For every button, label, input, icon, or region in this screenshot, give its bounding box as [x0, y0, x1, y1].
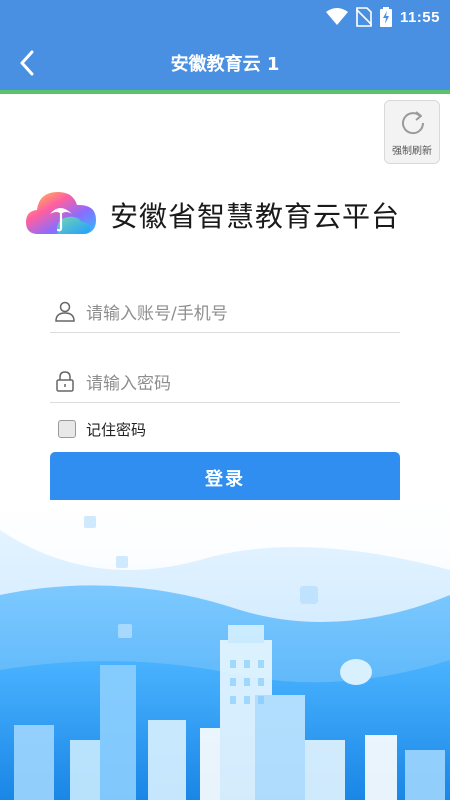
remember-checkbox[interactable] [58, 420, 76, 438]
page-title: 安徽教育云 1 [170, 54, 280, 75]
force-refresh-button[interactable]: 强制刷新 [384, 100, 440, 164]
floating-cube [118, 624, 132, 638]
status-bar: 11:55 [0, 0, 450, 34]
platform-title: 安徽省智慧教育云平台 [110, 200, 401, 233]
remember-password[interactable]: 记住密码 [58, 417, 146, 441]
login-button[interactable]: 登录 [50, 452, 400, 504]
small-cloud [340, 659, 372, 685]
app-bar: 安徽教育云 1 [0, 34, 450, 90]
status-icons: 11:55 [325, 7, 440, 27]
battery-charging-icon [379, 7, 392, 27]
account-placeholder: 请输入账号/手机号 [86, 304, 228, 324]
wifi-icon [325, 8, 348, 25]
city-skyline-illustration [0, 500, 450, 800]
floating-cube [300, 586, 318, 604]
remember-label: 记住密码 [86, 420, 147, 439]
lock-icon [56, 371, 74, 392]
force-refresh-label: 强制刷新 [392, 146, 432, 157]
floating-cube [84, 516, 96, 528]
user-icon [55, 301, 75, 322]
floating-cube [116, 556, 128, 568]
no-sim-icon [355, 7, 372, 27]
cloud-logo-icon [26, 192, 96, 234]
account-field[interactable]: 请输入账号/手机号 [50, 288, 400, 333]
status-time: 11:55 [399, 8, 440, 26]
password-field[interactable]: 请输入密码 [50, 358, 400, 403]
page-load-progress [0, 90, 450, 94]
refresh-icon [402, 111, 425, 135]
password-placeholder: 请输入密码 [86, 374, 171, 394]
